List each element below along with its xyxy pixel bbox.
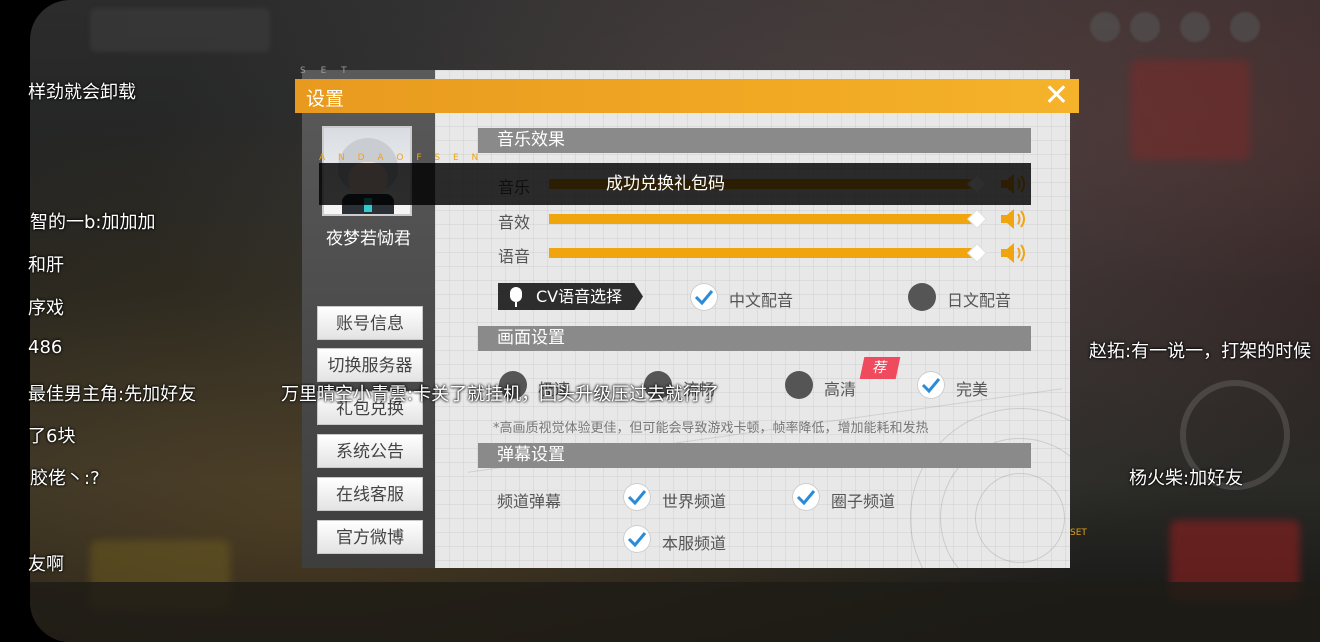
danmaku-message: 最佳男主角:先加好友 bbox=[28, 384, 197, 405]
decor-set-vertical: SET bbox=[1070, 528, 1087, 538]
settings-header: 设置 ✕ bbox=[295, 79, 1079, 113]
cv-voice-label: CV语音选择 bbox=[536, 287, 623, 306]
quality-perfect-checkbox[interactable] bbox=[917, 371, 945, 399]
close-icon[interactable]: ✕ bbox=[1044, 79, 1069, 113]
account-info-button[interactable]: 账号信息 bbox=[317, 306, 423, 340]
bottom-bar bbox=[30, 582, 1320, 642]
japanese-voice-label: 日文配音 bbox=[947, 291, 1012, 310]
settings-title: 设置 bbox=[306, 88, 345, 110]
checkmark-icon bbox=[921, 378, 941, 394]
danmaku-message: 杨火柴:加好友 bbox=[1129, 468, 1244, 489]
checkmark-icon bbox=[627, 490, 647, 506]
danmaku-message: 486 bbox=[28, 337, 63, 358]
announcement-button[interactable]: 系统公告 bbox=[317, 434, 423, 468]
toast-decor-text: A N D A O F S E N bbox=[319, 153, 484, 163]
player-name: 夜梦若恸君 bbox=[326, 229, 411, 249]
hud-icon bbox=[1230, 12, 1260, 42]
quality-perfect-label: 完美 bbox=[956, 380, 989, 399]
switch-server-button[interactable]: 切换服务器 bbox=[317, 348, 423, 382]
decor-circle bbox=[975, 473, 1065, 563]
toast-message: 成功兑换礼包码 bbox=[319, 163, 1031, 205]
recommended-badge: 荐 bbox=[859, 357, 901, 379]
chinese-voice-label: 中文配音 bbox=[729, 291, 794, 310]
sfx-slider[interactable] bbox=[549, 214, 977, 224]
quality-hd-radio[interactable] bbox=[785, 371, 813, 399]
server-channel-label: 本服频道 bbox=[662, 534, 727, 553]
voice-label: 语音 bbox=[498, 247, 531, 266]
checkmark-icon bbox=[796, 490, 816, 506]
danmaku-message: 智的一b:加加加 bbox=[30, 212, 156, 233]
danmaku-message: 赵拓:有一说一，打架的时候 bbox=[1089, 341, 1312, 362]
danmaku-message: 万里晴空小青雲:卡关了就挂机，回头升级压过去就行了 bbox=[281, 384, 720, 405]
cv-voice-tag: CV语音选择 bbox=[498, 283, 643, 310]
hud-icon bbox=[1090, 12, 1120, 42]
scene-character bbox=[1130, 60, 1250, 160]
danmaku-message: 胶佬丶:? bbox=[30, 468, 100, 489]
circle-channel-checkbox[interactable] bbox=[792, 483, 820, 511]
speaker-icon[interactable] bbox=[999, 206, 1027, 232]
hud-icon bbox=[1130, 12, 1160, 42]
checkmark-icon bbox=[627, 532, 647, 548]
player-hud bbox=[90, 8, 270, 52]
japanese-voice-radio[interactable] bbox=[908, 283, 936, 311]
world-channel-checkbox[interactable] bbox=[623, 483, 651, 511]
official-weibo-button[interactable]: 官方微博 bbox=[317, 520, 423, 554]
danmaku-message: 序戏 bbox=[28, 298, 64, 319]
danmaku-message: 样劲就会卸载 bbox=[28, 82, 136, 103]
hud-icon bbox=[1180, 12, 1210, 42]
speaker-icon[interactable] bbox=[999, 240, 1027, 266]
channel-danmaku-label: 频道弹幕 bbox=[497, 492, 562, 511]
section-danmaku: 弹幕设置 bbox=[478, 443, 1031, 468]
sfx-label: 音效 bbox=[498, 213, 531, 232]
chinese-voice-checkbox[interactable] bbox=[690, 283, 718, 311]
danmaku-message: 友啊 bbox=[28, 554, 64, 575]
decor-set-text: S E T bbox=[300, 66, 353, 76]
section-music: 音乐效果 bbox=[478, 128, 1031, 153]
quality-hd-label: 高清 bbox=[824, 380, 857, 399]
microphone-icon bbox=[510, 287, 522, 302]
world-channel-label: 世界频道 bbox=[662, 492, 727, 511]
section-graphics: 画面设置 bbox=[478, 326, 1031, 351]
customer-service-button[interactable]: 在线客服 bbox=[317, 477, 423, 511]
circle-channel-label: 圈子频道 bbox=[831, 492, 896, 511]
graphics-note: *高画质视觉体验更佳，但可能会导致游戏卡顿，帧率降低，增加能耗和发热 bbox=[493, 421, 929, 436]
server-channel-checkbox[interactable] bbox=[623, 525, 651, 553]
voice-slider[interactable] bbox=[549, 248, 977, 258]
checkmark-icon bbox=[694, 290, 714, 306]
danmaku-message: 了6块 bbox=[28, 426, 76, 447]
danmaku-message: 和肝 bbox=[28, 255, 64, 276]
